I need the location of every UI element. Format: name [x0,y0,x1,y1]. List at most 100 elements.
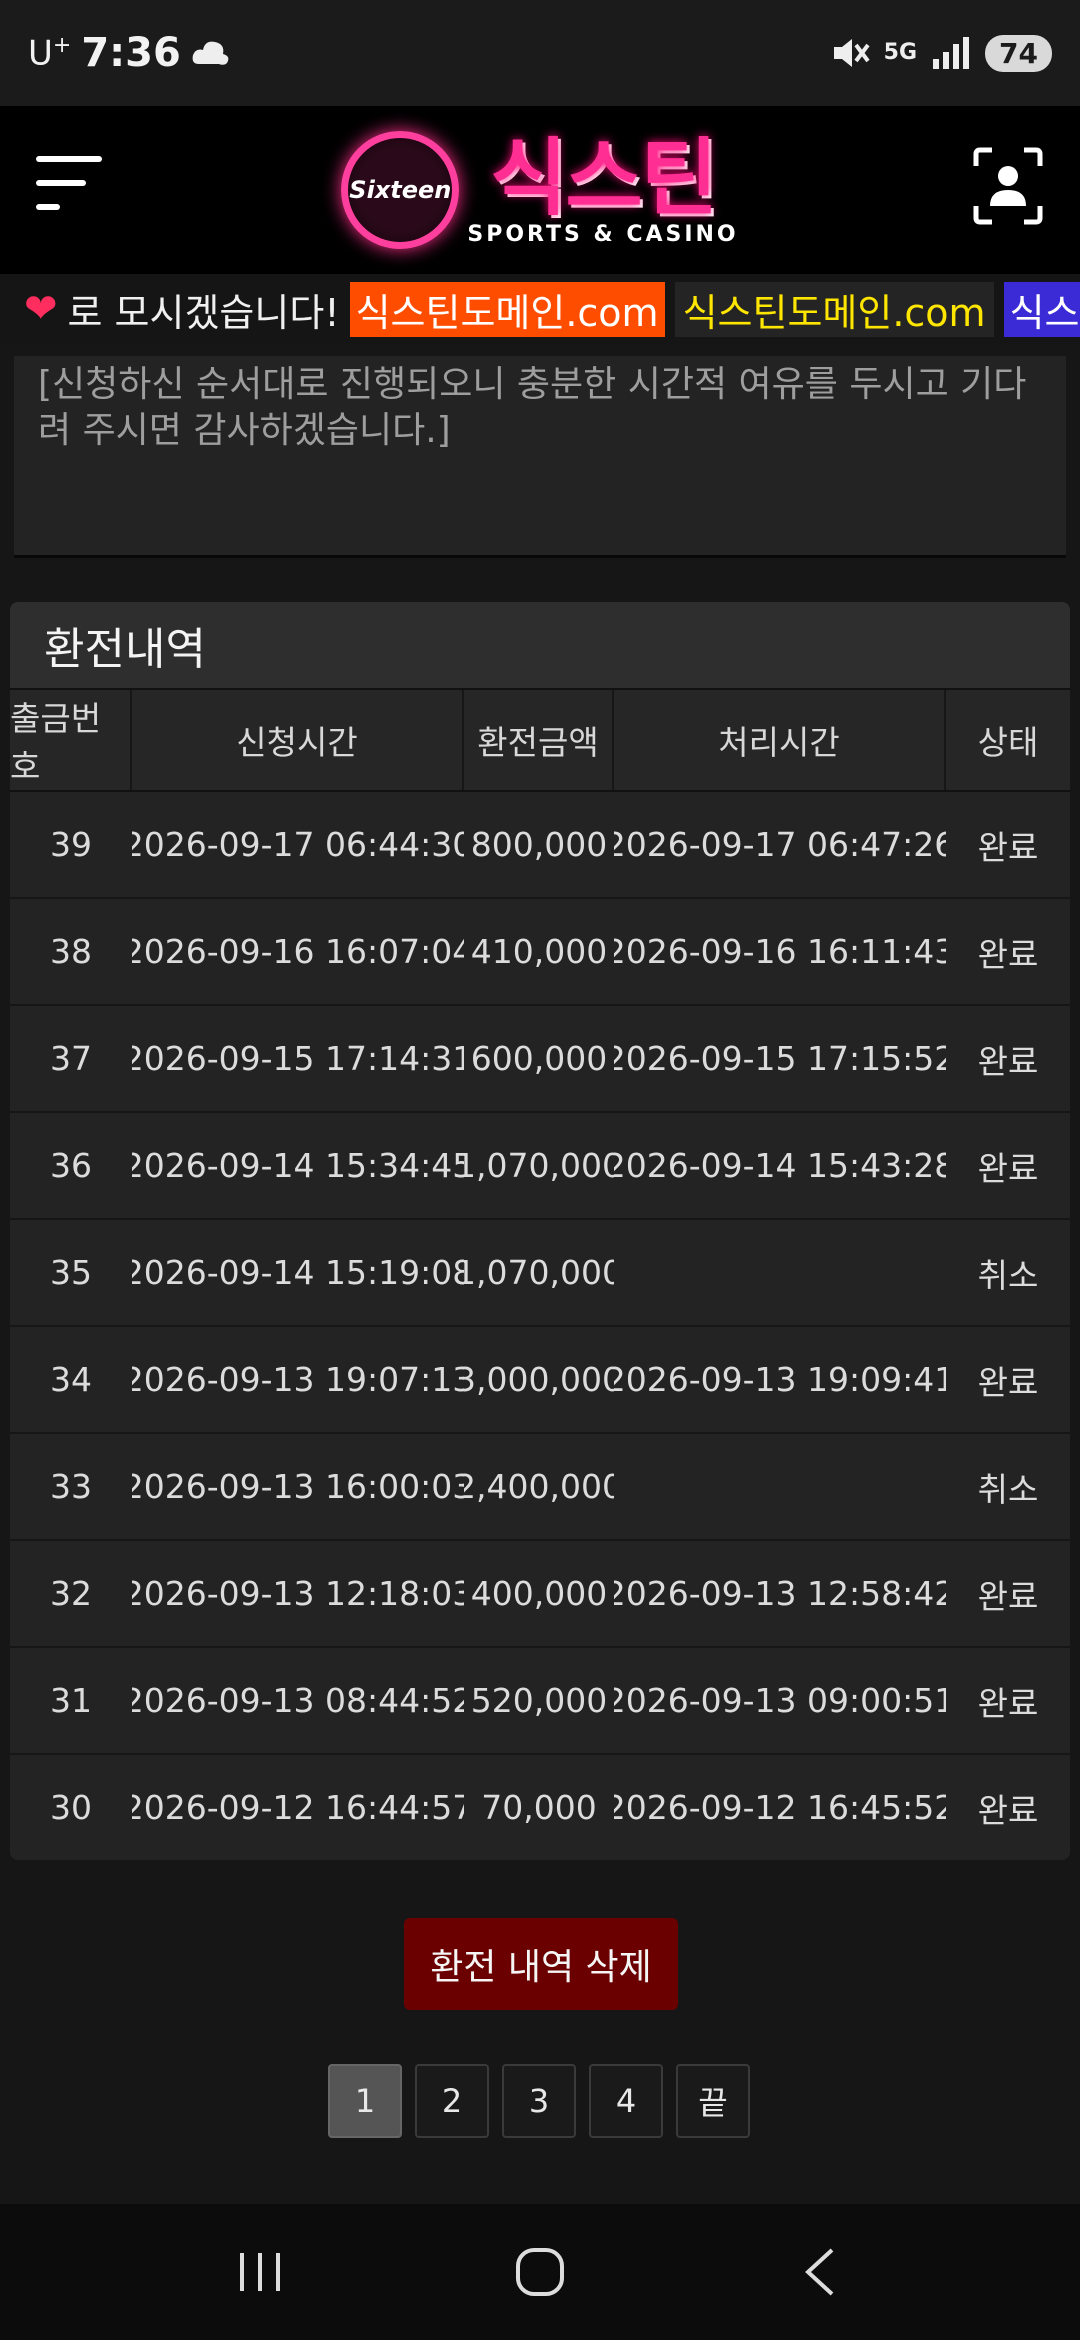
heart-icon: ❤ [24,286,58,332]
system-nav-bar [0,2204,1080,2340]
cell-processed-time: 2026-09-13 19:09:41 [614,1360,946,1399]
network-5g-icon: 5G [883,40,918,65]
cell-status: 취소 [977,1255,1039,1295]
cell-amount: 800,000 [470,825,608,864]
status-left: U+ 7:36 [28,30,231,76]
panel-title: 환전내역 [10,602,1070,690]
table-body: 39 2026-09-17 06:44:30 800,000 2026-09-17 0… [10,792,1070,1860]
status-right: 5G 74 [830,34,1052,72]
cell-status: 취소 [977,1469,1039,1509]
column-header: 출금번호 [10,690,132,790]
cell-amount: 1,070,000 [464,1146,614,1185]
recent-apps-icon[interactable] [210,2232,310,2312]
page-button[interactable]: 4 [589,2064,663,2138]
table-row: 31 2026-09-13 08:44:52 520,000 2026-09-13 0… [10,1648,1070,1755]
cell-processed-time: 2026-09-15 17:15:52 [614,1039,946,1078]
ticker-domain-link[interactable]: 식스! [1003,281,1080,337]
cell-request-time: 2026-09-16 16:07:04 [132,932,464,971]
cell-amount: 3,000,000 [464,1360,614,1399]
status-bar: U+ 7:36 5G 74 [0,0,1080,106]
cell-processed-time [614,1220,946,1325]
table-row: 36 2026-09-14 15:34:45 1,070,000 2026-09-14… [10,1113,1070,1220]
cell-withdrawal-number: 35 [50,1253,92,1292]
cell-request-time: 2026-09-17 06:44:30 [132,825,464,864]
battery-indicator: 74 [985,34,1052,72]
notice-ticker: ❤ 로 모시겠습니다! 식스틴도메인.com 식스틴도메인.com 식스! [0,274,1080,344]
column-header: 처리시간 [614,690,946,790]
table-row: 35 2026-09-14 15:19:08 1,070,000 취소 [10,1220,1070,1327]
cell-request-time: 2026-09-13 12:18:03 [132,1574,464,1613]
cell-withdrawal-number: 32 [50,1574,92,1613]
cell-request-time: 2026-09-14 15:19:08 [132,1253,464,1292]
page-button[interactable]: 3 [502,2064,576,2138]
cell-amount: 70,000 [481,1788,597,1827]
notice-box: [신청하신 순서대로 진행되오니 충분한 시간적 여유를 두시고 기다려 주시면… [14,356,1066,558]
mute-icon [833,39,870,67]
cell-status: 완료 [977,1790,1039,1830]
site-logo[interactable]: Sixteen 식스틴 SPORTS & CASINO [341,131,738,249]
cell-status: 완료 [977,1576,1039,1616]
cell-withdrawal-number: 37 [50,1039,92,1078]
face-scan-icon[interactable] [972,146,1044,226]
table-header: 출금번호 신청시간 환전금액 처리시간 상태 [10,690,1070,792]
column-header: 환전금액 [464,690,614,790]
table-row: 30 2026-09-12 16:44:57 70,000 2026-09-12 16… [10,1755,1070,1860]
table-row: 32 2026-09-13 12:18:03 400,000 2026-09-13 1… [10,1541,1070,1648]
cell-withdrawal-number: 31 [50,1681,92,1720]
table-row: 39 2026-09-17 06:44:30 800,000 2026-09-17 0… [10,792,1070,899]
carrier-label: U+ [28,32,72,74]
signal-icon [933,37,970,69]
clock: 7:36 [81,30,181,76]
cell-processed-time: 2026-09-17 06:47:26 [614,825,946,864]
cell-request-time: 2026-09-13 08:44:52 [132,1681,464,1720]
cell-amount: 520,000 [470,1681,608,1720]
cell-request-time: 2026-09-14 15:34:45 [132,1146,464,1185]
cloud-icon [192,41,229,65]
cell-withdrawal-number: 33 [50,1467,92,1506]
back-icon[interactable] [770,2232,870,2312]
logo-text: 식스틴 SPORTS & CASINO [467,134,738,247]
ticker-domain-link[interactable]: 식스틴도메인.com [674,281,994,337]
last-page-button[interactable]: 끝 [676,2064,750,2138]
column-header: 신청시간 [132,690,464,790]
delete-history-button[interactable]: 환전 내역 삭제 [404,1918,678,2010]
cell-processed-time: 2026-09-14 15:43:28 [614,1146,946,1185]
page-button[interactable]: 1 [328,2064,402,2138]
cell-request-time: 2026-09-13 19:07:13 [132,1360,464,1399]
ticker-domain-link[interactable]: 식스틴도메인.com [349,281,665,337]
home-icon[interactable] [490,2232,590,2312]
cell-processed-time: 2026-09-12 16:45:52 [614,1788,946,1827]
cell-amount: 410,000 [470,932,608,971]
column-header: 상태 [977,723,1039,762]
site-header: Sixteen 식스틴 SPORTS & CASINO [0,106,1080,274]
cell-status: 완료 [977,827,1039,867]
cell-withdrawal-number: 39 [50,825,92,864]
ticker-text: 로 모시겠습니다! [67,290,340,335]
cell-amount: 600,000 [470,1039,608,1078]
table-row: 33 2026-09-13 16:00:03 2,400,000 취소 [10,1434,1070,1541]
cell-processed-time: 2026-09-16 16:11:43 [614,932,946,971]
pagination: 1 2 3 4 끝 [328,2064,750,2138]
page-button[interactable]: 2 [415,2064,489,2138]
menu-icon[interactable] [36,156,106,226]
cell-status: 완료 [977,1041,1039,1081]
table-row: 34 2026-09-13 19:07:13 3,000,000 2026-09-13… [10,1327,1070,1434]
table-row: 37 2026-09-15 17:14:31 600,000 2026-09-15 1… [10,1006,1070,1113]
cell-amount: 1,070,000 [464,1253,614,1292]
logo-badge: Sixteen [341,131,460,249]
logo-title: 식스틴 [490,128,718,227]
cell-processed-time: 2026-09-13 09:00:51 [614,1681,946,1720]
cell-status: 완료 [977,1362,1039,1402]
cell-processed-time: 2026-09-13 12:58:42 [614,1574,946,1613]
cell-request-time: 2026-09-15 17:14:31 [132,1039,464,1078]
cell-withdrawal-number: 36 [50,1146,92,1185]
cell-processed-time [614,1434,946,1539]
cell-status: 완료 [977,934,1039,974]
cell-request-time: 2026-09-13 16:00:03 [132,1467,464,1506]
cell-request-time: 2026-09-12 16:44:57 [132,1788,464,1827]
cell-amount: 2,400,000 [464,1467,614,1506]
cell-status: 완료 [977,1683,1039,1723]
cell-amount: 400,000 [470,1574,608,1613]
cell-withdrawal-number: 34 [50,1360,92,1399]
cell-withdrawal-number: 30 [50,1788,92,1827]
